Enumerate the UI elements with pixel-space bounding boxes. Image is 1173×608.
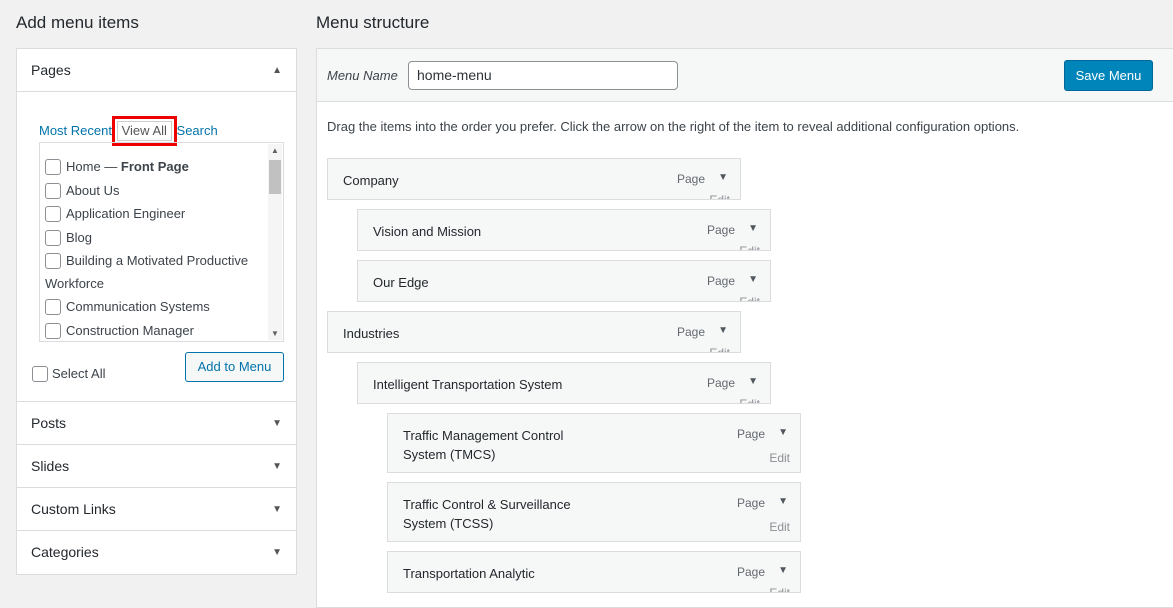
menu-item[interactable]: Industries Page ▼ Edit xyxy=(327,311,741,353)
front-page-label: Front Page xyxy=(120,159,189,174)
section-categories-header[interactable]: Categories ▼ xyxy=(17,531,296,574)
list-item[interactable]: Construction Manager xyxy=(45,319,263,342)
triangle-down-icon[interactable]: ▼ xyxy=(272,402,282,445)
add-menu-items-panel: Pages ▲ Most Recent View All Search Home… xyxy=(16,48,297,575)
tab-search[interactable]: Search xyxy=(177,123,218,138)
page-checkbox[interactable] xyxy=(45,253,61,269)
menu-item[interactable]: Traffic Control & Surveillance System (T… xyxy=(387,482,801,542)
triangle-down-icon[interactable]: ▼ xyxy=(718,172,728,183)
section-pages-label: Pages xyxy=(31,62,71,78)
pages-tabs: Most Recent View All Search xyxy=(39,116,218,146)
triangle-down-icon[interactable]: ▼ xyxy=(272,445,282,488)
section-custom-links-header[interactable]: Custom Links ▼ xyxy=(17,488,296,531)
page-checkbox[interactable] xyxy=(45,229,61,246)
list-item[interactable]: Communication Systems xyxy=(45,295,263,319)
triangle-down-icon[interactable]: ▼ xyxy=(272,531,282,574)
section-slides-header[interactable]: Slides ▼ xyxy=(17,445,296,488)
pages-section-body: Most Recent View All Search Home — Front… xyxy=(17,92,296,402)
scroll-up-icon[interactable]: ▲ xyxy=(271,146,279,155)
tab-most-recent[interactable]: Most Recent xyxy=(39,123,112,138)
list-item[interactable]: Home — Front Page xyxy=(45,155,263,179)
page-checkbox[interactable] xyxy=(45,159,61,175)
select-all-control[interactable]: Select All xyxy=(32,362,105,386)
list-item[interactable]: Blog xyxy=(45,226,263,250)
scroll-thumb[interactable] xyxy=(269,160,281,194)
page-checkbox[interactable] xyxy=(45,206,61,222)
save-menu-button[interactable]: Save Menu xyxy=(1064,60,1153,91)
menu-item[interactable]: Intelligent Transportation System Page ▼… xyxy=(357,362,771,404)
menu-header: Menu Name home-menu Save Menu xyxy=(317,49,1173,102)
select-all-checkbox[interactable] xyxy=(32,366,48,382)
scroll-down-icon[interactable]: ▼ xyxy=(271,329,279,338)
section-pages-header[interactable]: Pages ▲ xyxy=(17,49,296,92)
list-item[interactable]: About Us xyxy=(45,179,263,203)
triangle-down-icon[interactable]: ▼ xyxy=(778,496,788,507)
triangle-up-icon[interactable]: ▲ xyxy=(272,49,282,92)
triangle-down-icon[interactable]: ▼ xyxy=(272,488,282,531)
list-scrollbar[interactable]: ▲ ▼ xyxy=(268,144,282,340)
triangle-down-icon[interactable]: ▼ xyxy=(778,427,788,438)
section-posts-header[interactable]: Posts ▼ xyxy=(17,402,296,445)
triangle-down-icon[interactable]: ▼ xyxy=(718,325,728,336)
triangle-down-icon[interactable]: ▼ xyxy=(778,565,788,576)
menu-name-label: Menu Name xyxy=(327,68,398,83)
list-item[interactable]: Building a Motivated Productive Workforc… xyxy=(45,249,263,295)
triangle-down-icon[interactable]: ▼ xyxy=(748,274,758,285)
menu-instructions: Drag the items into the order you prefer… xyxy=(327,119,1020,134)
menu-structure-panel: Menu Name home-menu Save Menu Drag the i… xyxy=(316,48,1173,608)
tab-view-all[interactable]: View All xyxy=(111,116,177,146)
menu-item[interactable]: Our Edge Page ▼ Edit xyxy=(357,260,771,302)
page-checkbox[interactable] xyxy=(45,182,61,199)
pages-checklist: Home — Front Page About Us Application E… xyxy=(39,142,284,342)
list-item[interactable]: Application Engineer xyxy=(45,202,263,226)
add-menu-items-title: Add menu items xyxy=(16,13,139,32)
menu-item[interactable]: Transportation Analytic Page ▼ Edit xyxy=(387,551,801,593)
menu-item[interactable]: Company Page ▼ Edit xyxy=(327,158,741,200)
triangle-down-icon[interactable]: ▼ xyxy=(748,223,758,234)
menu-structure-title: Menu structure xyxy=(316,13,430,32)
menu-item[interactable]: Vision and Mission Page ▼ Edit xyxy=(357,209,771,251)
triangle-down-icon[interactable]: ▼ xyxy=(748,376,758,387)
add-to-menu-button[interactable]: Add to Menu xyxy=(185,352,284,382)
page-checkbox[interactable] xyxy=(45,299,61,315)
page-checkbox[interactable] xyxy=(45,322,61,339)
menu-item[interactable]: Traffic Management Control System (TMCS)… xyxy=(387,413,801,473)
menu-name-input[interactable]: home-menu xyxy=(408,61,678,90)
